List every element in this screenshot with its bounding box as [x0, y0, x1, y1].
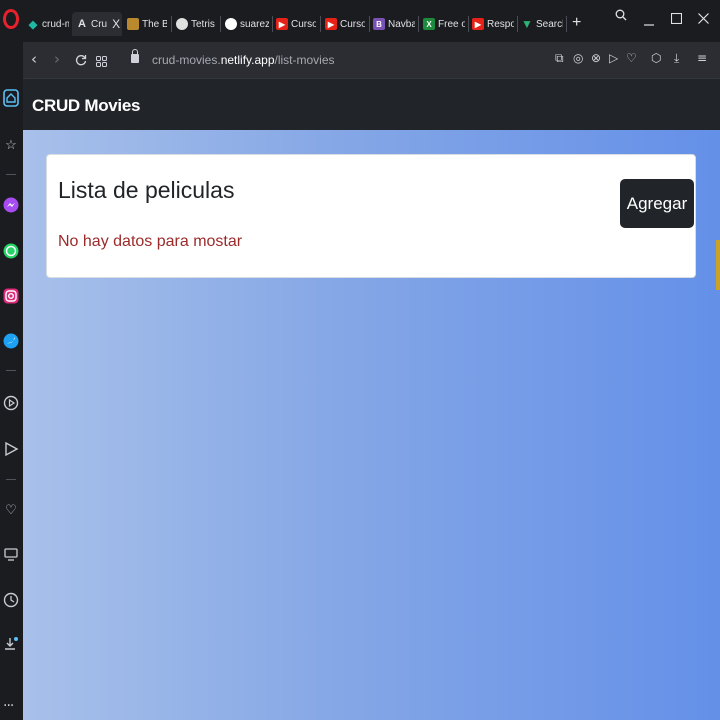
- reload-icon[interactable]: [75, 52, 87, 70]
- tab-search[interactable]: ▼ Search: [521, 12, 563, 36]
- tab-tetris[interactable]: Tetris: [176, 12, 216, 36]
- globe-icon: [176, 18, 188, 30]
- tab-label: Tetris: [191, 18, 215, 30]
- close-window-icon[interactable]: [698, 12, 709, 27]
- freecodecamp-icon: X: [423, 18, 435, 30]
- tab-divider: [418, 16, 419, 32]
- close-tab-icon[interactable]: X: [112, 17, 120, 31]
- home-icon[interactable]: [2, 89, 20, 107]
- sidebar-divider: [6, 174, 16, 175]
- youtube-icon: ▶: [276, 18, 288, 30]
- tab-divider: [171, 16, 172, 32]
- page-viewport: CRUD Movies Lista de peliculas No hay da…: [23, 78, 720, 720]
- opera-sidebar: ☆ ♡ ...: [0, 0, 23, 720]
- tab-free[interactable]: X Free o: [423, 12, 465, 36]
- tab-curso-1[interactable]: ▶ Curso: [276, 12, 316, 36]
- snapshot-icon[interactable]: ◎: [573, 51, 583, 65]
- tab-divider: [468, 16, 469, 32]
- card-title: Lista de peliculas: [58, 177, 235, 203]
- sidebar-divider: [6, 370, 16, 371]
- player-icon[interactable]: ▷: [609, 51, 618, 65]
- history-icon[interactable]: [2, 545, 20, 563]
- tab-divider: [220, 16, 221, 32]
- vue-icon: ▼: [521, 17, 533, 31]
- maximize-icon[interactable]: [670, 12, 683, 27]
- tab-curso-2[interactable]: ▶ Curso: [325, 12, 365, 36]
- tab-crud-movies[interactable]: ◆ crud-m: [27, 12, 69, 36]
- new-tab-button[interactable]: +: [572, 14, 581, 32]
- tab-label: Respo: [487, 18, 514, 30]
- easy-setup-icon[interactable]: ≡: [697, 51, 707, 65]
- add-button[interactable]: Agregar: [620, 179, 694, 228]
- download-icon[interactable]: ⤓: [674, 51, 679, 66]
- more-icon[interactable]: ...: [3, 694, 14, 710]
- bootstrap-icon: B: [373, 18, 385, 30]
- navbar-brand[interactable]: CRUD Movies: [32, 96, 140, 116]
- url-path: /list-movies: [274, 53, 335, 67]
- speed-dial-icon[interactable]: [96, 53, 107, 71]
- tab-label: Search: [536, 18, 563, 30]
- tab-divider: [369, 16, 370, 32]
- page-background: Lista de peliculas No hay datos para mos…: [23, 130, 720, 720]
- tab-navbar[interactable]: B Navba: [373, 12, 415, 36]
- tab-label: crud-m: [42, 18, 69, 30]
- tab-divider: [320, 16, 321, 32]
- search-tabs-icon[interactable]: [615, 9, 627, 24]
- tab-divider: [272, 16, 273, 32]
- movies-card: Lista de peliculas No hay datos para mos…: [46, 154, 696, 278]
- clock-icon[interactable]: [2, 591, 20, 609]
- tab-the-big[interactable]: The Bi: [127, 12, 167, 36]
- browser-window: ☆ ♡ ... ◆ crud-m A Cru X The B Tetris su…: [0, 0, 720, 720]
- github-icon: [225, 18, 237, 30]
- tab-divider: [517, 16, 518, 32]
- url-domain: netlify.app: [220, 53, 275, 67]
- app-navbar: CRUD Movies: [23, 78, 720, 130]
- youtube-icon: ▶: [325, 18, 337, 30]
- sidebar-divider: [6, 479, 16, 480]
- back-icon[interactable]: ‹: [31, 50, 37, 68]
- instagram-icon[interactable]: [2, 287, 20, 305]
- youtube-icon: ▶: [472, 18, 484, 30]
- adblock-icon[interactable]: ⊗: [591, 51, 601, 65]
- player-icon[interactable]: [2, 394, 20, 412]
- tab-label: suarez: [240, 18, 269, 30]
- tab-label: Navba: [388, 18, 415, 30]
- empty-message: No hay datos para mostar: [58, 233, 243, 250]
- heart-icon[interactable]: ♡: [626, 51, 637, 65]
- tab-github[interactable]: suarez: [225, 12, 269, 36]
- download-icon[interactable]: [2, 635, 20, 653]
- lock-icon[interactable]: [131, 49, 139, 63]
- share-icon[interactable]: ⧉: [555, 51, 564, 66]
- whatsapp-icon[interactable]: [2, 242, 20, 260]
- tab-label: Free o: [438, 18, 465, 30]
- image-icon: [127, 18, 139, 30]
- twitter-icon[interactable]: [2, 332, 20, 350]
- address-bar: ‹ › crud-movies.netlify.app/list-movies …: [23, 42, 720, 78]
- minimize-icon[interactable]: [644, 14, 654, 29]
- opera-logo-icon[interactable]: [3, 9, 19, 29]
- tab-label: The Bi: [142, 18, 167, 30]
- star-icon[interactable]: ☆: [2, 136, 20, 154]
- tab-label: Cru: [91, 18, 108, 30]
- letter-a-icon: A: [78, 18, 86, 30]
- tab-label: Curso: [340, 18, 365, 30]
- heart-icon[interactable]: ♡: [2, 501, 20, 519]
- url-field[interactable]: crud-movies.netlify.app/list-movies: [152, 53, 335, 67]
- edge-strip: [716, 240, 720, 290]
- tab-divider: [566, 16, 567, 32]
- forward-icon[interactable]: ›: [54, 50, 60, 68]
- flow-icon[interactable]: [2, 440, 20, 458]
- tab-active[interactable]: A Cru X: [72, 12, 122, 36]
- messenger-icon[interactable]: [2, 196, 20, 214]
- tab-respo[interactable]: ▶ Respo: [472, 12, 514, 36]
- tab-bar: ◆ crud-m A Cru X The Bi Tetris suarez ▶ …: [23, 0, 720, 42]
- tab-label: Curso: [291, 18, 316, 30]
- diamond-icon: ◆: [28, 18, 38, 31]
- url-prefix: crud-movies.: [152, 53, 221, 67]
- extensions-icon[interactable]: ⬡: [651, 51, 661, 65]
